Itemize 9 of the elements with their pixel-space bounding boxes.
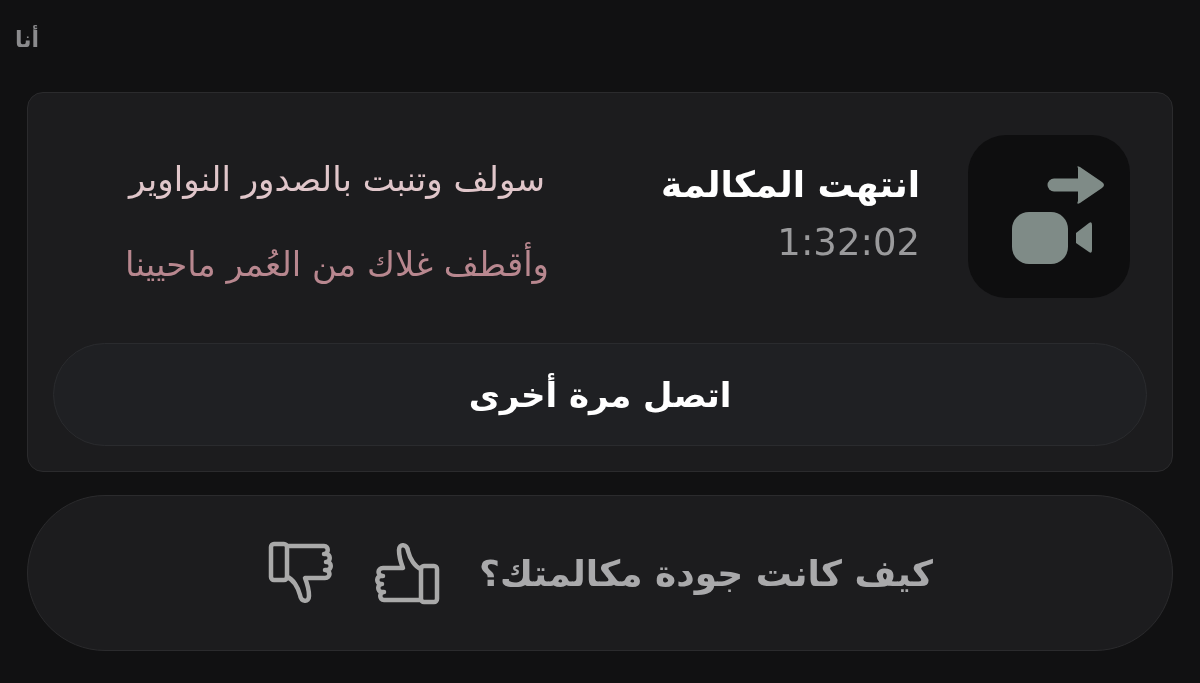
poem-line: وأقطف غلاك من العُمر ماحيينا — [125, 241, 550, 286]
call-duration: 1:32:02 — [777, 221, 920, 265]
thumbs-down-icon[interactable] — [267, 540, 336, 606]
poem-line: سولف وتنبت بالصدور النواوير — [129, 158, 545, 201]
call-again-button[interactable]: اتصل مرة أخرى — [53, 343, 1147, 446]
feedback-question: كيف كانت جودة مكالمتك؟ — [479, 552, 933, 594]
header-title: أنا — [15, 27, 40, 52]
call-status-title: انتهت المكالمة — [661, 163, 920, 207]
thumbs-up-icon[interactable] — [373, 540, 442, 606]
